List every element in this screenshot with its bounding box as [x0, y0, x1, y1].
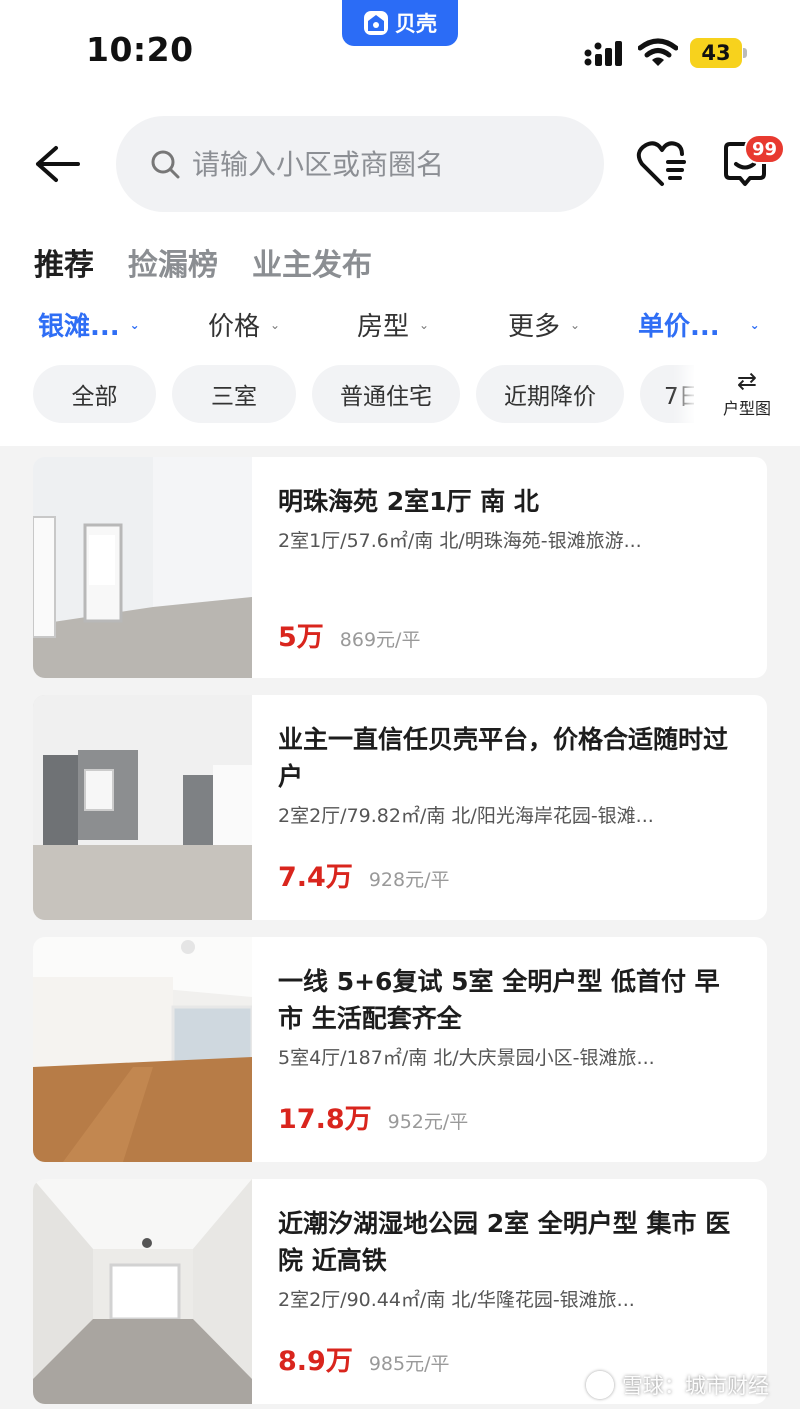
floorplan-label: 户型图 [722, 399, 771, 418]
listing-info: 近潮汐湖湿地公园 2室 全明户型 集市 医院 近高铁 2室2厅/90.44㎡/南… [278, 1205, 737, 1313]
listing-photo [33, 1179, 252, 1404]
watermark: 雪球：城市财经 [586, 1370, 769, 1400]
listing-price-row: 5万 869元/平 [278, 615, 420, 654]
listing-meta: 5室4厅/187㎡/南 北/大庆景园小区-银滩旅... [278, 1047, 655, 1069]
listing-price-row: 7.4万 928元/平 [278, 855, 450, 894]
listing-price: 5万 [278, 622, 324, 653]
search-icon [151, 150, 180, 179]
chip-recent-price-drop[interactable]: 近期降价 [476, 365, 624, 423]
listing-card[interactable]: 明珠海苑 2室1厅 南 北 2室1厅/57.6㎡/南 北/明珠海苑-银滩旅游..… [33, 457, 767, 678]
back-arrow-icon[interactable] [34, 144, 80, 184]
filter-bar: 银滩... ⌄ 价格 ⌄ 房型 ⌄ 更多 ⌄ 单价... ⌄ [0, 306, 800, 350]
listing-meta: 2室2厅/90.44㎡/南 北/华隆花园-银滩旅... [278, 1289, 635, 1311]
search-bar[interactable] [116, 116, 604, 212]
chip-all[interactable]: 全部 [33, 365, 156, 423]
tab-recommend[interactable]: 推荐 [34, 240, 94, 288]
chevron-down-icon: ⌄ [129, 317, 140, 332]
filter-area[interactable]: 银滩... ⌄ [38, 306, 140, 343]
listing-unit-price: 985元/平 [368, 1353, 450, 1375]
watermark-text: 雪球：城市财经 [622, 1374, 769, 1398]
quick-filter-chips: 全部 三室 普通住宅 近期降价 7日 [0, 365, 800, 423]
listing-unit-price: 869元/平 [339, 629, 421, 651]
chevron-down-icon: ⌄ [419, 317, 430, 332]
listing-title: 明珠海苑 2室1厅 南 北 [278, 487, 539, 516]
filter-price[interactable]: 价格 ⌄ [208, 306, 280, 343]
tab-owner-posted[interactable]: 业主发布 [252, 240, 372, 284]
filter-more[interactable]: 更多 ⌄ [508, 306, 580, 343]
chevron-down-icon: ⌄ [749, 317, 760, 332]
listing-card[interactable]: 业主一直信任贝壳平台，价格合适随时过户 2室2厅/79.82㎡/南 北/阳光海岸… [33, 695, 767, 920]
listing-price: 17.8万 [278, 1104, 372, 1135]
listing-price-row: 17.8万 952元/平 [278, 1097, 468, 1136]
app-name: 贝壳 [395, 12, 437, 36]
listing-price: 8.9万 [278, 1346, 353, 1377]
listing-info: 一线 5+6复试 5室 全明户型 低首付 早市 生活配套齐全 5室4厅/187㎡… [278, 963, 737, 1071]
filter-label: 单价... [638, 312, 720, 342]
beike-logo-icon [364, 11, 388, 35]
chip-three-room[interactable]: 三室 [172, 365, 296, 423]
battery-indicator: 43 [690, 38, 742, 68]
cellular-signal-icon [584, 41, 622, 66]
listing-unit-price: 928元/平 [368, 869, 450, 891]
listing-title: 一线 5+6复试 5室 全明户型 低首付 早市 生活配套齐全 [278, 967, 720, 1033]
search-input[interactable] [192, 147, 572, 181]
filter-label: 银滩... [38, 312, 120, 342]
listing-photo [33, 457, 252, 678]
listing-title: 业主一直信任贝壳平台，价格合适随时过户 [278, 725, 729, 791]
wifi-icon [638, 38, 678, 66]
filter-label: 房型 [357, 312, 410, 342]
tab-bargain-list[interactable]: 捡漏榜 [128, 240, 218, 284]
listing-photo [33, 937, 252, 1162]
listing-unit-price: 952元/平 [387, 1111, 469, 1133]
listing-price-row: 8.9万 985元/平 [278, 1339, 450, 1378]
listing-info: 明珠海苑 2室1厅 南 北 2室1厅/57.6㎡/南 北/明珠海苑-银滩旅游..… [278, 483, 737, 554]
filter-unit-price[interactable]: 单价... ⌄ [638, 306, 760, 343]
chevron-down-icon: ⌄ [270, 317, 281, 332]
floorplan-button[interactable]: ⇄ 户型图 [694, 356, 800, 432]
chip-ordinary-residence[interactable]: 普通住宅 [312, 365, 460, 423]
filter-room-type[interactable]: 房型 ⌄ [357, 306, 429, 343]
snowball-logo-icon [586, 1371, 614, 1399]
listing-price: 7.4万 [278, 862, 353, 893]
listing-meta: 2室2厅/79.82㎡/南 北/阳光海岸花园-银滩... [278, 805, 654, 827]
app-indicator[interactable]: 贝壳 [342, 0, 458, 46]
filter-label: 更多 [508, 312, 561, 342]
message-badge: 99 [744, 134, 786, 164]
swap-arrows-icon: ⇄ [736, 367, 758, 395]
listing-meta: 2室1厅/57.6㎡/南 北/明珠海苑-银滩旅游... [278, 530, 642, 552]
battery-tip [743, 48, 747, 58]
listing-title: 近潮汐湖湿地公园 2室 全明户型 集市 医院 近高铁 [278, 1209, 731, 1275]
tab-bar: 推荐 捡漏榜 业主发布 [34, 240, 372, 288]
listing-card[interactable]: 一线 5+6复试 5室 全明户型 低首付 早市 生活配套齐全 5室4厅/187㎡… [33, 937, 767, 1162]
listing-info: 业主一直信任贝壳平台，价格合适随时过户 2室2厅/79.82㎡/南 北/阳光海岸… [278, 721, 737, 829]
filter-label: 价格 [208, 312, 261, 342]
favorites-heart-icon[interactable] [636, 140, 688, 188]
status-time: 10:20 [86, 30, 194, 69]
listing-photo [33, 695, 252, 920]
chevron-down-icon: ⌄ [570, 317, 581, 332]
